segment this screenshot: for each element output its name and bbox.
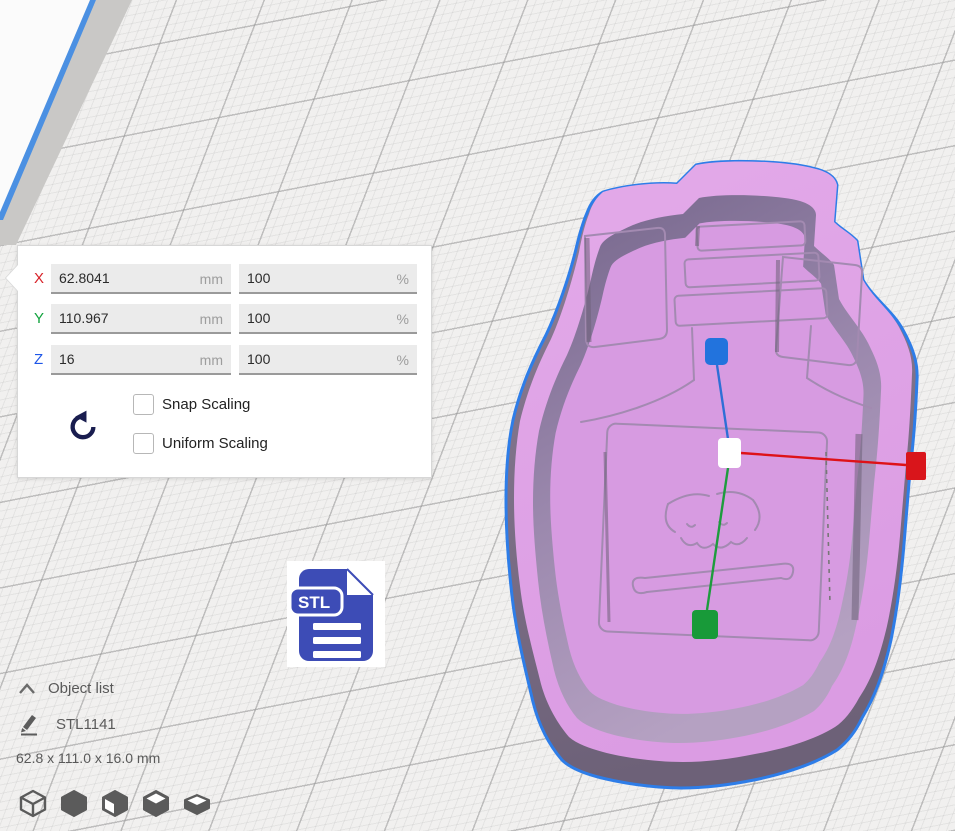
- y-axis-label: Y: [34, 304, 50, 334]
- pencil-edit-icon: [18, 712, 40, 736]
- percent-unit-label: %: [397, 352, 409, 368]
- cube-solid-icon: [59, 788, 89, 818]
- object-list-item-name[interactable]: STL1141: [56, 716, 116, 733]
- y-mm-field: mm: [51, 304, 231, 334]
- view-3d-button[interactable]: [18, 788, 48, 818]
- mm-unit-label: mm: [200, 271, 223, 287]
- viewport-3d[interactable]: STL X mm % Y mm %: [0, 0, 955, 831]
- z-axis-label: Z: [34, 345, 50, 375]
- y-percent-field: %: [239, 304, 417, 334]
- view-left-side-button[interactable]: [141, 788, 171, 818]
- percent-unit-label: %: [397, 311, 409, 327]
- model-poison-bottle-mold[interactable]: [485, 152, 930, 812]
- snap-scaling-checkbox[interactable]: [133, 394, 154, 415]
- mm-unit-label: mm: [200, 352, 223, 368]
- mm-unit-label: mm: [200, 311, 223, 327]
- chevron-up-icon: [18, 683, 36, 695]
- reset-scale-button[interactable]: [64, 408, 102, 446]
- object-list-collapse-button[interactable]: [18, 682, 36, 700]
- scale-handle-x-red[interactable]: [906, 452, 926, 480]
- cube-front-face-icon: [100, 788, 130, 818]
- scale-row-z: Z mm %: [34, 345, 415, 375]
- z-percent-input[interactable]: [239, 345, 417, 371]
- rename-object-button[interactable]: [18, 712, 40, 741]
- snap-scaling-label: Snap Scaling: [162, 394, 250, 416]
- scale-row-x: X mm %: [34, 264, 415, 294]
- reset-rotate-ccw-icon: [64, 408, 102, 446]
- x-mm-field: mm: [51, 264, 231, 294]
- cube-flat-top-icon: [182, 788, 212, 818]
- view-top-button[interactable]: [100, 788, 130, 818]
- scale-handle-center-white[interactable]: [718, 438, 741, 468]
- cube-wireframe-icon: [18, 788, 48, 818]
- x-axis-label: X: [34, 264, 50, 294]
- camera-view-toolbar: [18, 788, 212, 818]
- panel-pointer-notch: [6, 265, 18, 291]
- x-percent-field: %: [239, 264, 417, 294]
- view-front-button[interactable]: [59, 788, 89, 818]
- scale-handle-y-green[interactable]: [692, 610, 718, 639]
- scale-tool-panel: X mm % Y mm % Z mm: [17, 245, 432, 478]
- view-right-side-button[interactable]: [182, 788, 212, 818]
- scale-handle-z-blue[interactable]: [705, 338, 728, 365]
- z-percent-field: %: [239, 345, 417, 375]
- stl-file-icon: STL: [287, 561, 385, 667]
- stl-badge-label: STL: [298, 593, 330, 612]
- uniform-scaling-checkbox[interactable]: [133, 433, 154, 454]
- cube-top-face-icon: [141, 788, 171, 818]
- uniform-scaling-label: Uniform Scaling: [162, 433, 268, 455]
- z-mm-field: mm: [51, 345, 231, 375]
- y-percent-input[interactable]: [239, 304, 417, 330]
- x-percent-input[interactable]: [239, 264, 417, 290]
- model-dimensions-readout: 62.8 x 111.0 x 16.0 mm: [16, 750, 160, 766]
- percent-unit-label: %: [397, 271, 409, 287]
- scale-row-y: Y mm %: [34, 304, 415, 334]
- object-list-header[interactable]: Object list: [48, 680, 114, 697]
